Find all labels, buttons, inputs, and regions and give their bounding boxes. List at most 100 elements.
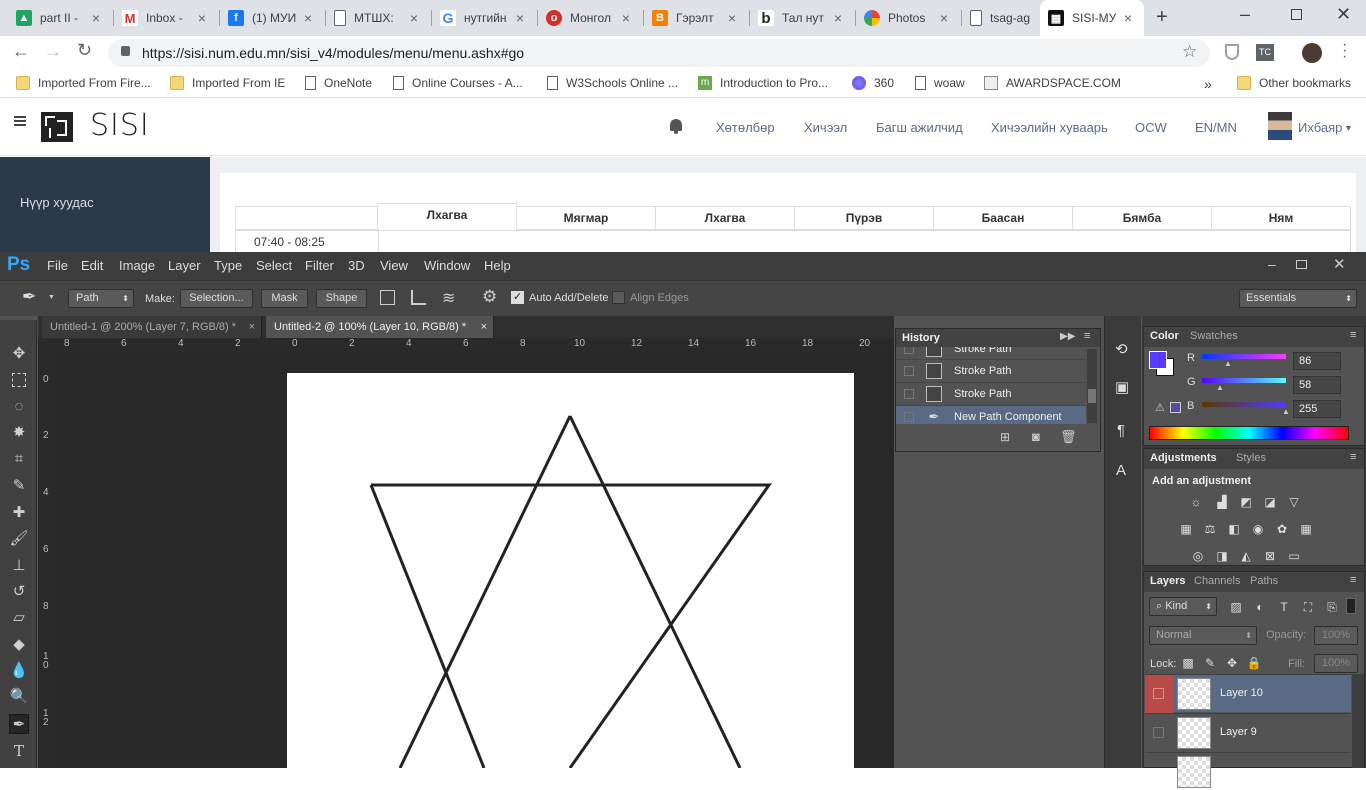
- blur-tool-icon[interactable]: 💧: [9, 661, 29, 681]
- tab-styles[interactable]: Styles: [1236, 452, 1266, 464]
- blue-slider[interactable]: [1202, 402, 1286, 407]
- type-tool-icon[interactable]: T: [9, 741, 29, 761]
- tab-channels[interactable]: Channels: [1194, 575, 1240, 587]
- layer-row-selected[interactable]: Layer 10: [1145, 674, 1351, 713]
- history-scrollbar[interactable]: [1087, 349, 1097, 423]
- lock-transparent-icon[interactable]: ▩: [1180, 656, 1196, 670]
- nav-staff[interactable]: Багш ажилчид: [876, 120, 963, 135]
- forward-icon[interactable]: →: [44, 41, 62, 62]
- lock-image-icon[interactable]: ✎: [1202, 656, 1218, 670]
- pen-tool-preset-icon[interactable]: ✒: [22, 287, 36, 307]
- history-panel-title[interactable]: History: [902, 332, 940, 344]
- menu-3d[interactable]: 3D: [348, 258, 365, 273]
- filter-pixel-icon[interactable]: ▨: [1228, 600, 1244, 614]
- red-value[interactable]: 86: [1293, 352, 1341, 370]
- chevron-down-icon[interactable]: ▼: [1344, 123, 1353, 133]
- star-icon[interactable]: ☆: [1182, 42, 1197, 62]
- bookmark-link[interactable]: 360: [852, 76, 894, 90]
- bookmark-link[interactable]: OneNote: [305, 76, 372, 90]
- restore-window-button[interactable]: [1291, 9, 1302, 20]
- close-icon[interactable]: ×: [88, 10, 104, 26]
- align-edges-checkbox[interactable]: [612, 291, 625, 304]
- close-icon[interactable]: ×: [618, 10, 634, 26]
- back-icon[interactable]: ←: [12, 41, 30, 62]
- panel-menu-icon[interactable]: ≡: [1350, 574, 1356, 586]
- filter-type-icon[interactable]: T: [1276, 600, 1292, 614]
- profile-avatar[interactable]: [1302, 43, 1322, 63]
- menu-layer[interactable]: Layer: [168, 258, 201, 273]
- path-alignment-icon[interactable]: [411, 290, 426, 305]
- extension-shield-icon[interactable]: [1225, 44, 1239, 60]
- filter-adjustment-icon[interactable]: ◐: [1252, 600, 1268, 614]
- filter-smart-object-icon[interactable]: ⎘: [1324, 600, 1340, 614]
- close-icon[interactable]: ×: [1120, 10, 1136, 26]
- nav-program[interactable]: Хөтөлбөр: [716, 120, 775, 135]
- menu-view[interactable]: View: [380, 258, 408, 273]
- history-state[interactable]: Stroke Path: [896, 347, 1086, 359]
- lock-position-icon[interactable]: ✥: [1224, 656, 1240, 670]
- tab-color[interactable]: Color: [1150, 330, 1179, 342]
- browser-tab[interactable]: M Inbox - ×: [114, 0, 218, 36]
- nav-language[interactable]: EN/MN: [1195, 120, 1237, 135]
- document-tab[interactable]: Untitled-1 @ 200% (Layer 7, RGB/8) * ×: [42, 316, 262, 338]
- photo-filter-icon[interactable]: ◉: [1250, 522, 1266, 536]
- close-icon[interactable]: ×: [481, 316, 487, 338]
- tab-adjustments[interactable]: Adjustments: [1150, 452, 1217, 464]
- menu-filter[interactable]: Filter: [305, 258, 334, 273]
- green-slider[interactable]: [1202, 378, 1286, 383]
- foreground-color-swatch[interactable]: [1149, 351, 1167, 369]
- close-icon[interactable]: ×: [936, 10, 952, 26]
- menu-file[interactable]: File: [47, 258, 68, 273]
- layer-filter-kind-select[interactable]: ⌕ Kind ⬍: [1149, 597, 1217, 616]
- make-mask-button[interactable]: Mask: [261, 289, 308, 308]
- actions-panel-icon[interactable]: ▣: [1115, 378, 1129, 396]
- browser-tab[interactable]: b Тал нут ×: [750, 0, 854, 36]
- trash-icon[interactable]: 🗑: [1060, 429, 1077, 445]
- nav-courses[interactable]: Хичээл: [804, 120, 847, 135]
- move-tool-icon[interactable]: ✥: [9, 344, 29, 364]
- hamburger-menu-icon[interactable]: [14, 116, 26, 126]
- close-icon[interactable]: ×: [406, 10, 422, 26]
- magic-wand-tool-icon[interactable]: ✸: [9, 423, 29, 443]
- fill-value[interactable]: 100%: [1314, 654, 1358, 673]
- close-icon[interactable]: ×: [724, 10, 740, 26]
- layer-name[interactable]: Layer 9: [1220, 726, 1257, 738]
- nav-ocw[interactable]: OCW: [1135, 120, 1167, 135]
- minimize-window-button[interactable]: –: [1240, 4, 1250, 25]
- red-slider[interactable]: [1202, 354, 1286, 359]
- warning-icon[interactable]: ⚠: [1155, 401, 1165, 414]
- make-selection-button[interactable]: Selection...: [180, 289, 253, 308]
- menu-select[interactable]: Select: [256, 258, 292, 273]
- selective-color-icon[interactable]: ⊠: [1262, 549, 1278, 563]
- chevron-down-icon[interactable]: ▼: [48, 294, 55, 301]
- bookmark-link[interactable]: m Introduction to Pro...: [698, 76, 828, 90]
- sidebar-item-home[interactable]: Нүүр хуудас: [20, 195, 94, 210]
- lock-all-icon[interactable]: 🔒: [1246, 656, 1262, 670]
- eyedropper-tool-icon[interactable]: ✎: [9, 476, 29, 496]
- layer-row[interactable]: [1145, 752, 1351, 790]
- layer-name[interactable]: Layer 10: [1220, 687, 1263, 699]
- ps-restore-button[interactable]: [1296, 260, 1307, 269]
- brush-tool-icon[interactable]: 🖌: [9, 529, 29, 549]
- vibrance-icon[interactable]: ▽: [1286, 495, 1302, 509]
- tab-layers[interactable]: Layers: [1150, 575, 1185, 587]
- eraser-tool-icon[interactable]: ▱: [9, 608, 29, 628]
- menu-edit[interactable]: Edit: [81, 258, 103, 273]
- paragraph-panel-icon[interactable]: ¶: [1117, 422, 1125, 439]
- bookmark-link[interactable]: W3Schools Online ...: [547, 76, 678, 90]
- camera-snapshot-icon[interactable]: ◙: [1032, 429, 1040, 444]
- history-panel-icon[interactable]: ⟲: [1115, 340, 1128, 358]
- history-state-selected[interactable]: ✒ New Path Component: [896, 405, 1086, 424]
- user-name[interactable]: Ихбаяр: [1298, 120, 1342, 135]
- address-bar[interactable]: https://sisi.num.edu.mn/sisi_v4/modules/…: [108, 39, 1210, 67]
- browser-tab-active[interactable]: ▦ SISI-МУ ×: [1040, 0, 1144, 36]
- new-tab-button[interactable]: +: [1156, 6, 1168, 29]
- document-canvas[interactable]: [287, 373, 854, 769]
- opacity-value[interactable]: 100%: [1314, 626, 1358, 645]
- browser-tab[interactable]: G нутгийн ×: [432, 0, 536, 36]
- tab-paths[interactable]: Paths: [1250, 575, 1278, 587]
- menu-window[interactable]: Window: [424, 258, 470, 273]
- threshold-icon[interactable]: ◭: [1238, 549, 1254, 563]
- black-white-icon[interactable]: ◧: [1226, 522, 1242, 536]
- filter-shape-icon[interactable]: ⛶: [1300, 600, 1316, 614]
